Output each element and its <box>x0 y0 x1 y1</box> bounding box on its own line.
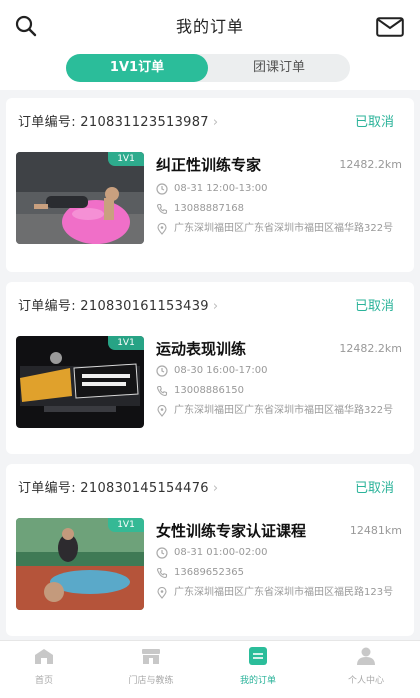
distance: 12481km <box>349 524 402 537</box>
tabbar-label: 首页 <box>34 676 53 686</box>
distance: 12482.2km <box>339 342 402 355</box>
course-image: 1V1 <box>16 336 144 428</box>
order-number: 订单编号: 210830161153439 <box>18 299 209 314</box>
clock-icon <box>156 547 168 559</box>
tabbar-item-home[interactable]: 首页 <box>4 647 84 686</box>
time-text: 08-31 01:00-02:00 <box>174 547 268 558</box>
order-card[interactable]: 订单编号: 210831123513987 › 已取消 1V1 纠正性训练专家 1… <box>6 98 414 272</box>
order-status: 已取消 <box>354 299 394 314</box>
phone-text: 13008886150 <box>174 385 244 396</box>
page-title: 我的订单 <box>175 17 244 36</box>
course-title: 运动表现训练 <box>156 340 247 358</box>
tabbar-item-store[interactable]: 门店与教练 <box>111 647 191 686</box>
tabbar-item-orders[interactable]: 我的订单 <box>218 647 298 686</box>
phone-text: 13689652365 <box>174 567 244 578</box>
location-pin-icon <box>157 405 167 417</box>
tabbar-label: 个人中心 <box>347 676 384 686</box>
phone-icon <box>156 203 168 215</box>
store-address: 广东深圳福田区广东省深圳市福田区福民路123号 <box>156 586 406 600</box>
home-icon <box>35 649 53 664</box>
course-type-badge: 1V1 <box>108 152 144 166</box>
order-number-link[interactable]: 订单编号: 210831123513987 › <box>18 111 218 130</box>
chevron-right-icon: › <box>212 481 219 496</box>
course-title: 纠正性训练专家 <box>156 156 262 174</box>
app-header: 我的订单 <box>0 0 420 50</box>
order-number-link[interactable]: 订单编号: 210830161153439 › <box>18 295 218 314</box>
order-header: 订单编号: 210830161153439 › 已取消 <box>6 282 414 326</box>
order-header: 订单编号: 210830145154476 › 已取消 <box>6 464 414 508</box>
bottom-tab-bar: 首页 门店与教练 我的订单 个人中心 <box>0 640 420 698</box>
location-pin-icon <box>157 587 167 599</box>
course-title: 女性训练专家认证课程 <box>156 522 307 540</box>
search-icon[interactable] <box>14 14 38 38</box>
order-status: 已取消 <box>354 481 394 496</box>
phone-text: 13088887168 <box>174 203 244 214</box>
order-header: 订单编号: 210831123513987 › 已取消 <box>6 98 414 142</box>
order-card[interactable]: 订单编号: 210830161153439 › 已取消 1V1 运动表现训练 12… <box>6 282 414 454</box>
time-text: 08-30 16:00-17:00 <box>174 365 268 376</box>
address-text: 广东深圳福田区广东省深圳市福田区福华路322号 <box>174 405 394 416</box>
course-image: 1V1 <box>16 518 144 610</box>
store-icon <box>142 649 160 664</box>
tab-1v1-orders[interactable]: 1V1订单 <box>66 54 208 82</box>
tabbar-label: 门店与教练 <box>128 676 174 686</box>
order-number-link[interactable]: 订单编号: 210830145154476 › <box>18 477 218 496</box>
phone-icon <box>156 567 168 579</box>
store-address: 广东深圳福田区广东省深圳市福田区福华路322号 <box>156 404 406 418</box>
chevron-right-icon: › <box>212 299 219 314</box>
clock-icon <box>156 183 168 195</box>
tabbar-item-profile[interactable]: 个人中心 <box>326 647 406 686</box>
course-type-badge: 1V1 <box>108 518 144 532</box>
contact-phone: 13008886150 <box>156 384 406 398</box>
contact-phone: 13088887168 <box>156 202 406 216</box>
tabbar-label: 我的订单 <box>239 676 276 686</box>
tab-group-orders[interactable]: 团课订单 <box>208 54 350 82</box>
location-pin-icon <box>157 223 167 235</box>
order-card[interactable]: 订单编号: 210830145154476 › 已取消 1V1 女性训练专家认证课… <box>6 464 414 636</box>
time-text: 08-31 12:00-13:00 <box>174 183 268 194</box>
clock-icon <box>156 365 168 377</box>
address-text: 广东深圳福田区广东省深圳市福田区福华路322号 <box>174 223 394 234</box>
phone-icon <box>156 385 168 397</box>
order-number: 订单编号: 210830145154476 <box>18 481 209 496</box>
profile-icon <box>357 647 375 665</box>
order-number: 订单编号: 210831123513987 <box>18 115 209 130</box>
appointment-time: 08-31 01:00-02:00 <box>156 546 406 560</box>
contact-phone: 13689652365 <box>156 566 406 580</box>
mail-icon[interactable] <box>376 17 404 37</box>
order-status: 已取消 <box>354 115 394 130</box>
order-type-tabs-bar: 1V1订单 团课订单 <box>0 50 420 90</box>
distance: 12482.2km <box>339 158 402 171</box>
appointment-time: 08-31 12:00-13:00 <box>156 182 406 196</box>
course-type-badge: 1V1 <box>108 336 144 350</box>
course-image: 1V1 <box>16 152 144 244</box>
appointment-time: 08-30 16:00-17:00 <box>156 364 406 378</box>
store-address: 广东深圳福田区广东省深圳市福田区福华路322号 <box>156 222 406 236</box>
chevron-right-icon: › <box>212 115 219 130</box>
orders-icon <box>249 647 267 665</box>
address-text: 广东深圳福田区广东省深圳市福田区福民路123号 <box>174 587 394 598</box>
order-type-tabs: 1V1订单 团课订单 <box>66 54 350 82</box>
